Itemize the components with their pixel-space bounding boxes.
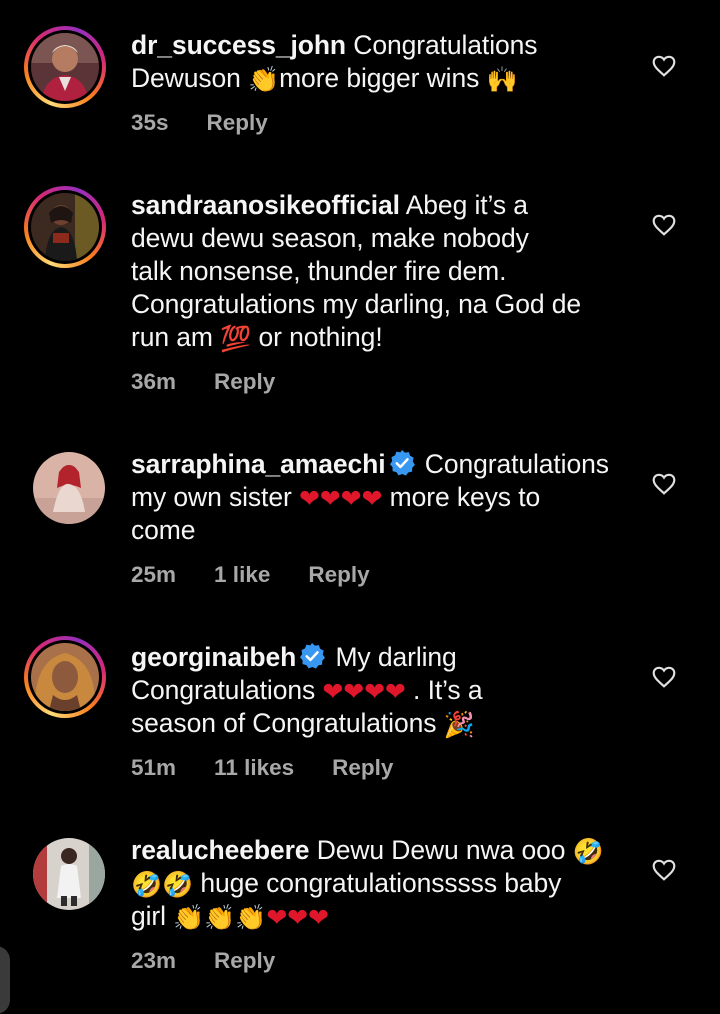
like-count[interactable]: 1 like	[214, 562, 270, 587]
edge-scroll-handle[interactable]	[0, 946, 10, 1014]
comment-meta: 23m Reply	[131, 948, 313, 974]
like-count[interactable]: 11 likes	[214, 755, 294, 780]
avatar-photo	[31, 193, 99, 261]
comment-text: realucheebere Dewu Dewu nwa ooo 🤣 🤣🤣 hug…	[131, 834, 631, 933]
avatar[interactable]	[31, 193, 99, 261]
comment-body: run am	[131, 322, 213, 352]
rofl-emoji: 🤣	[162, 871, 194, 899]
comment-body: Congratulations	[353, 30, 538, 60]
comment-body: Dewuson	[131, 63, 241, 93]
username[interactable]: realucheebere	[131, 835, 310, 865]
timestamp: 25m	[131, 562, 177, 587]
raised-hands-emoji: 🙌	[486, 66, 518, 94]
avatar-photo	[31, 643, 99, 711]
comment-body: more bigger wins	[279, 63, 480, 93]
username[interactable]: dr_success_john	[131, 30, 346, 60]
comment-body: girl	[131, 901, 166, 931]
username[interactable]: sandraanosikeofficial	[131, 190, 400, 220]
reply-link[interactable]: Reply	[308, 562, 369, 587]
heart-icon[interactable]	[651, 53, 677, 79]
comment-body: my own sister	[131, 482, 292, 512]
rofl-emoji: 🤣	[572, 838, 604, 866]
verified-badge-icon	[389, 450, 415, 476]
comment-meta: 36m Reply	[131, 369, 313, 395]
red-hearts-emoji: ❤❤❤❤	[322, 678, 406, 706]
comment-body: Congratulations	[424, 449, 609, 479]
avatar-story-ring[interactable]	[24, 636, 106, 718]
verified-badge-icon	[300, 643, 326, 669]
reply-link[interactable]: Reply	[332, 755, 393, 780]
clapping-hands-emoji: 👏	[248, 66, 280, 94]
avatar[interactable]	[31, 33, 99, 101]
heart-icon[interactable]	[651, 857, 677, 883]
comment-body: Congratulations	[131, 675, 316, 705]
comment-body: more keys to	[389, 482, 541, 512]
heart-icon[interactable]	[651, 471, 677, 497]
avatar-photo	[33, 838, 105, 910]
comment-body: huge congratulationsssss baby	[200, 868, 562, 898]
comment-body: . It’s a	[413, 675, 483, 705]
timestamp: 35s	[131, 110, 169, 135]
comment-body: come	[131, 515, 196, 545]
comment-meta: 35s Reply	[131, 110, 306, 136]
comment-text: dr_success_john Congratulations Dewuson …	[131, 29, 631, 95]
hundred-points-emoji: 💯	[220, 325, 252, 353]
comment-meta: 25m 1 like Reply	[131, 562, 408, 588]
username[interactable]: georginaibeh	[131, 642, 296, 672]
avatar-photo	[33, 452, 105, 524]
avatar-story-ring[interactable]	[24, 186, 106, 268]
timestamp: 36m	[131, 369, 177, 394]
heart-icon[interactable]	[651, 664, 677, 690]
comment-body: or nothing!	[258, 322, 383, 352]
comment-body: Congratulations my darling, na God de	[131, 289, 582, 319]
timestamp: 23m	[131, 948, 177, 973]
reply-link[interactable]: Reply	[214, 948, 275, 973]
heart-icon[interactable]	[651, 212, 677, 238]
comment-body: My darling	[335, 642, 457, 672]
reply-link[interactable]: Reply	[214, 369, 275, 394]
clapping-hands-emoji: 👏👏👏	[173, 904, 267, 932]
avatar-photo	[31, 33, 99, 101]
avatar[interactable]	[31, 643, 99, 711]
avatar-story-ring[interactable]	[24, 26, 106, 108]
comment-meta: 51m 11 likes Reply	[131, 755, 431, 781]
reply-link[interactable]: Reply	[207, 110, 268, 135]
avatar[interactable]	[33, 838, 105, 910]
comment-body: Dewu Dewu nwa ooo	[316, 835, 566, 865]
rofl-emoji: 🤣	[131, 871, 163, 899]
comment-body: dewu dewu season, make nobody	[131, 223, 529, 253]
username[interactable]: sarraphina_amaechi	[131, 449, 386, 479]
comment-body: talk nonsense, thunder fire dem.	[131, 256, 507, 286]
comment-text: sarraphina_amaechi Congratulations my ow…	[131, 448, 631, 547]
comment-text: georginaibeh My darling Congratulations …	[131, 641, 631, 740]
avatar[interactable]	[33, 452, 105, 524]
red-hearts-emoji: ❤❤❤	[266, 904, 329, 932]
party-popper-emoji: 🎉	[443, 711, 475, 739]
timestamp: 51m	[131, 755, 177, 780]
comment-body: Abeg it’s a	[405, 190, 528, 220]
red-hearts-emoji: ❤❤❤❤	[298, 485, 383, 513]
comment-body: season of Congratulations	[131, 708, 437, 738]
comment-text: sandraanosikeofficial Abeg it’s a dewu d…	[131, 189, 631, 354]
